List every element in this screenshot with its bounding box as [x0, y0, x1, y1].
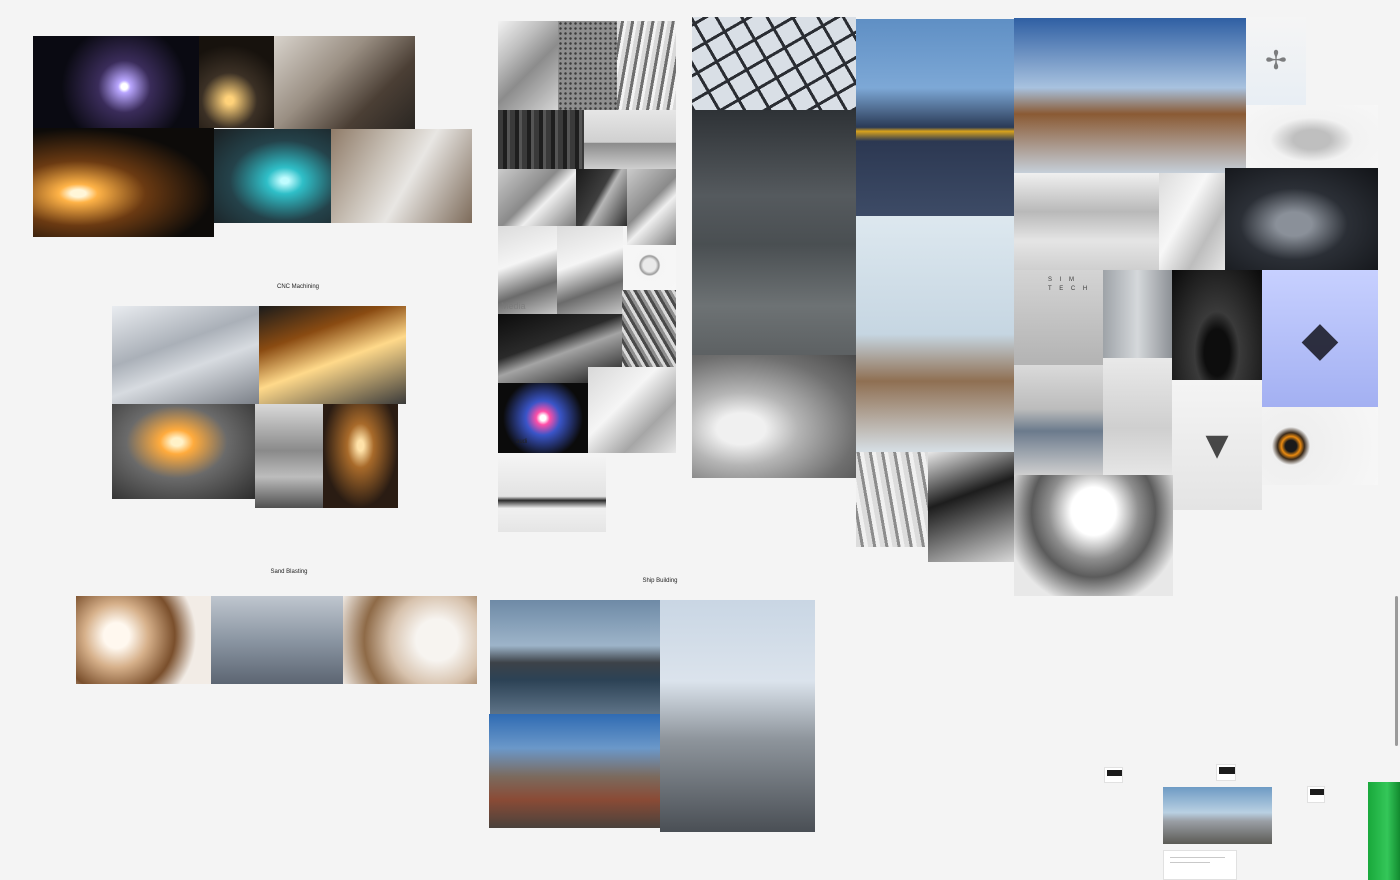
white-car-photo[interactable] — [498, 453, 606, 532]
drill-sparks-photo[interactable] — [323, 404, 398, 508]
article-page-thumbnail[interactable] — [1163, 850, 1237, 880]
car-ad-photo[interactable] — [1163, 787, 1272, 844]
motorcycle-photo[interactable] — [1246, 105, 1378, 168]
extrusion-photo[interactable] — [627, 169, 676, 245]
page-thumbnail[interactable] — [1104, 767, 1123, 783]
thumbnail-image-2 — [1219, 767, 1235, 774]
sand-blast-2-photo[interactable] — [211, 596, 343, 684]
workshop-photo[interactable] — [331, 129, 472, 223]
thumbnail-image-3 — [1310, 789, 1324, 795]
tunnel-escalator-photo[interactable] — [692, 355, 856, 478]
carrier-photo[interactable] — [490, 600, 660, 714]
stealth-white-icon: ▼ — [1205, 427, 1229, 463]
roof-grid-photo[interactable] — [692, 17, 856, 110]
ship-building-label: Ship Building — [642, 578, 678, 584]
landing-gear-photo[interactable] — [1172, 270, 1262, 380]
laser-sparks-photo[interactable] — [259, 306, 406, 404]
steel-door-photo[interactable] — [1103, 270, 1172, 358]
turbine-photo[interactable]: ✢ — [1246, 17, 1306, 105]
spark-grinding-photo[interactable] — [33, 128, 214, 237]
saw-blade-photo[interactable] — [584, 110, 676, 169]
thumbnail-image — [1107, 770, 1122, 776]
text-line — [1170, 862, 1210, 863]
sign-text: S I M T E C H — [1048, 277, 1091, 292]
bracket-photo[interactable]: Media — [498, 226, 557, 314]
dark-shine-photo[interactable] — [576, 169, 627, 226]
sand-blast-3-photo[interactable] — [343, 596, 477, 684]
signage-photo[interactable]: S I M T E C H — [1014, 270, 1103, 365]
sand-blast-1-photo[interactable] — [76, 596, 211, 684]
page-thumbnail-2[interactable] — [1216, 764, 1236, 781]
drill-bits-photo[interactable] — [622, 290, 676, 367]
sand-blasting-label: Sand Blasting — [270, 569, 308, 575]
moodboard-canvas[interactable]: CNC Machining Media audi ✢ S I M T E C H… — [0, 0, 1400, 880]
welder-shirt-photo[interactable] — [274, 36, 415, 129]
office-photo[interactable] — [1014, 365, 1103, 475]
vertical-scrollbar[interactable] — [1395, 596, 1398, 746]
yellow-building-photo[interactable] — [856, 19, 1014, 216]
jet-engine-photo[interactable] — [1225, 168, 1378, 270]
car-door-photo[interactable] — [588, 367, 676, 453]
page-thumbnail-3[interactable] — [1307, 786, 1325, 803]
radio-dish-photo[interactable] — [1014, 475, 1173, 596]
audi-logo-photo[interactable]: audi — [498, 383, 588, 453]
drydock-photo[interactable] — [489, 714, 660, 828]
welder-mask-photo[interactable] — [199, 36, 275, 128]
curved-panels-photo[interactable] — [617, 21, 676, 110]
profile-photo[interactable] — [498, 169, 576, 226]
media-watermark: Media — [501, 301, 526, 311]
aluminum-block-photo[interactable] — [112, 306, 259, 404]
metal-triangles-photo[interactable] — [498, 21, 558, 110]
cranes-photo[interactable] — [856, 216, 1014, 452]
eye-detail-photo[interactable] — [1262, 407, 1378, 485]
watch-photo[interactable] — [623, 245, 676, 290]
stealth-white-photo[interactable]: ▼ — [1172, 380, 1262, 510]
welding-photo[interactable] — [33, 36, 199, 128]
hangar-photo[interactable] — [692, 110, 856, 355]
audi-text: audi — [516, 439, 528, 445]
perforated-sheet-photo[interactable] — [558, 21, 618, 110]
sky-tower-photo[interactable] — [1014, 18, 1246, 173]
interior-photo[interactable] — [1014, 173, 1159, 270]
panel-photo[interactable] — [1159, 173, 1225, 270]
teal-welding-photo[interactable] — [214, 129, 332, 223]
engine-block-photo[interactable] — [255, 404, 324, 508]
text-line — [1170, 857, 1225, 858]
robot-photo[interactable] — [1103, 358, 1172, 475]
cnc-machining-label: CNC Machining — [276, 284, 320, 290]
battleship-photo[interactable] — [660, 600, 815, 832]
bracket-2-photo[interactable] — [557, 226, 623, 314]
stealth-blue-photo[interactable]: ◆ — [1262, 270, 1378, 407]
turbine-icon: ✢ — [1265, 46, 1287, 76]
green-panel-photo[interactable] — [1368, 782, 1400, 880]
pipes-photo[interactable] — [856, 452, 928, 547]
concrete-photo[interactable] — [928, 452, 1014, 562]
stealth-aircraft-icon: ◆ — [1301, 310, 1339, 367]
laser-cutter-photo[interactable] — [112, 404, 256, 499]
dark-metal-photo[interactable] — [498, 110, 584, 169]
